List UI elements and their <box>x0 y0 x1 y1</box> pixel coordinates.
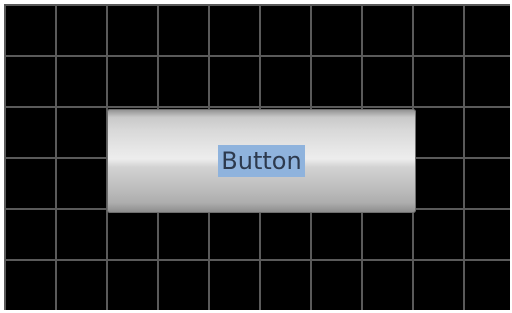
button-label-selected-text[interactable]: Button <box>218 144 305 178</box>
button-control[interactable]: Button <box>107 109 416 213</box>
design-canvas: Button <box>4 4 510 310</box>
